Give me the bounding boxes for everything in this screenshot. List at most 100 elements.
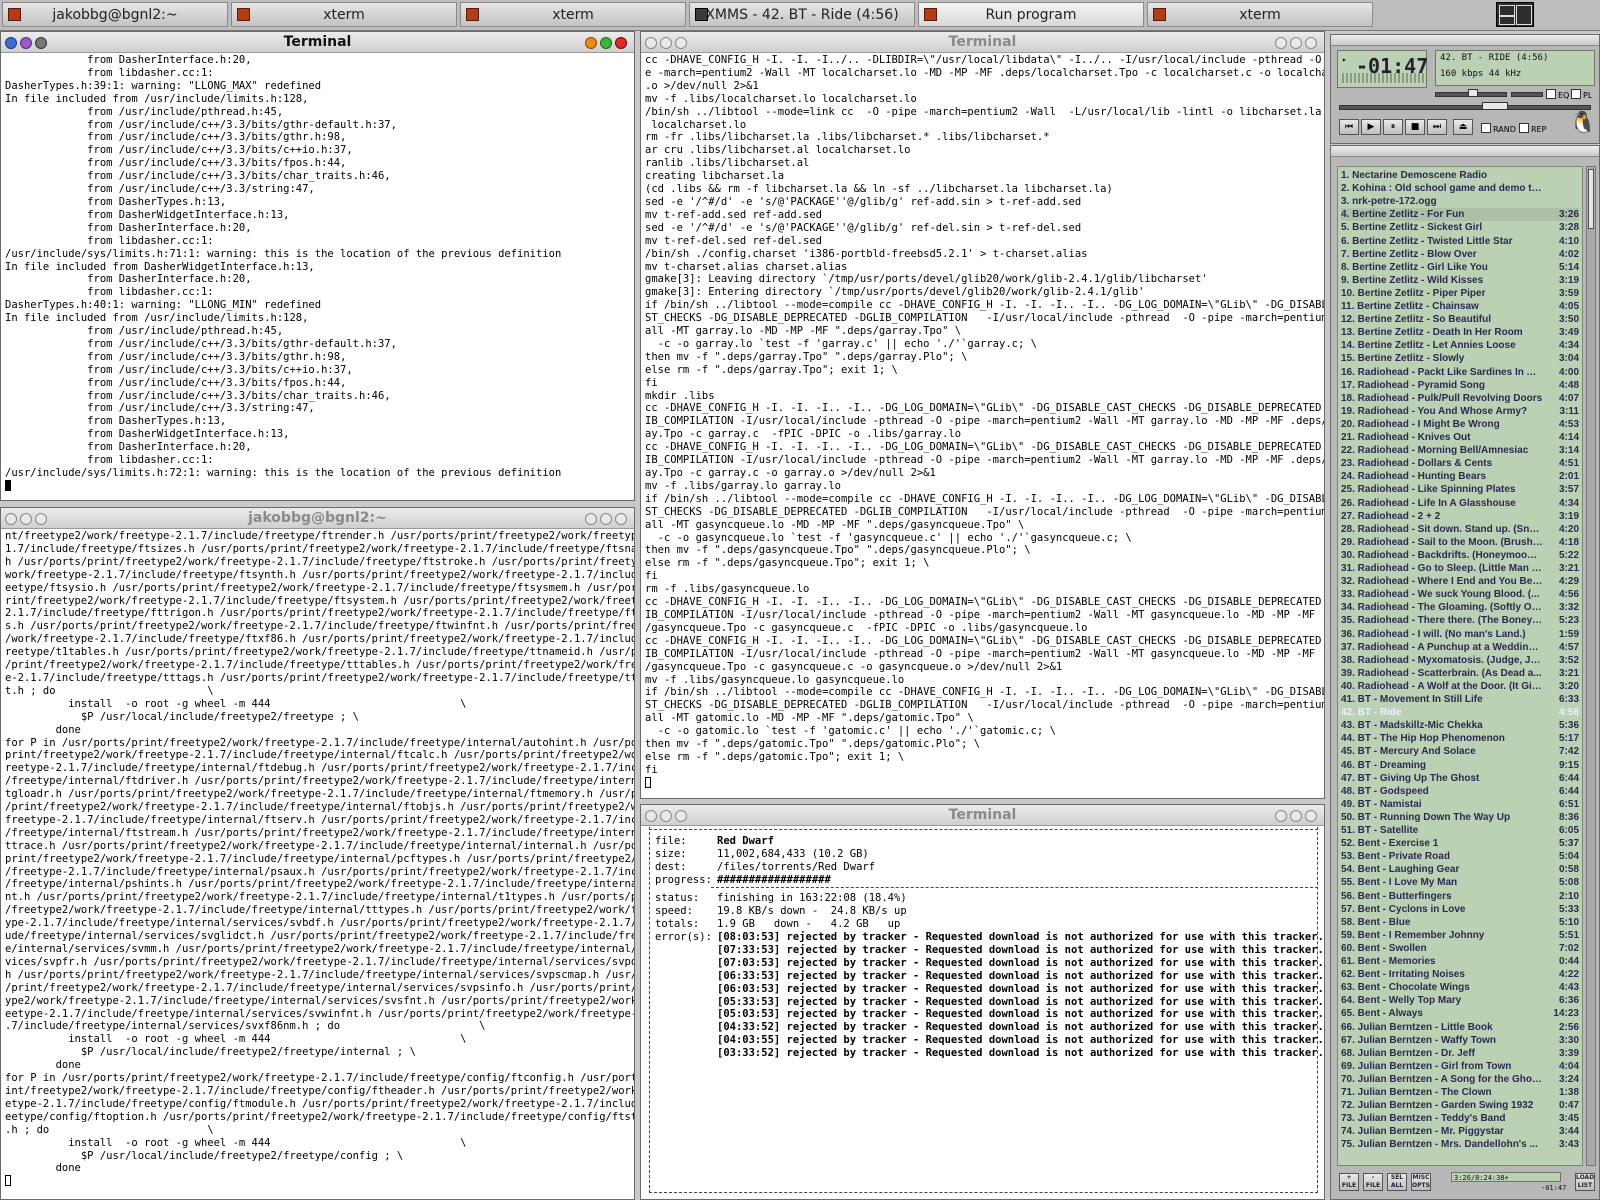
shade-icon[interactable] (20, 37, 32, 49)
playlist-item[interactable]: 67. Julian Berntzen - Waffy Town 3:30 (1341, 1034, 1579, 1047)
task-button-run-program[interactable]: Run program (918, 2, 1144, 27)
playlist-item[interactable]: 63. Bent - Chocolate Wings 4:43 (1341, 981, 1579, 994)
playlist-item[interactable]: 20. Radiohead - I Might Be Wrong 4:53 (1341, 418, 1579, 431)
task-button-xterm-1[interactable]: xterm (231, 2, 457, 27)
playlist-item[interactable]: 16. Radiohead - Packt Like Sardines In A… (1341, 366, 1579, 379)
terminal-output[interactable]: cc -DHAVE_CONFIG_H -I. -I. -I../.. -DLIB… (645, 54, 1324, 798)
playlist-item[interactable]: 13. Bertine Zetlitz - Death In Her Room 3… (1341, 326, 1579, 339)
playlist-item[interactable]: 66. Julian Berntzen - Little Book 2:56 (1341, 1021, 1579, 1034)
pl-toggle[interactable]: PL (1571, 89, 1592, 100)
workspace-pager[interactable] (1496, 2, 1534, 27)
playlist-item[interactable]: 9. Bertine Zetlitz - Wild Kisses 3:19 (1341, 274, 1579, 287)
playlist-item[interactable]: 43. BT - Madskillz-Mic Chekka 5:36 (1341, 719, 1579, 732)
shade-icon[interactable] (20, 513, 32, 525)
scrollbar-thumb[interactable] (1588, 169, 1594, 229)
playlist-item[interactable]: 27. Radiohead - 2 + 2 3:19 (1341, 510, 1579, 523)
playlist-item[interactable]: 57. Bent - Cyclons in Love 5:33 (1341, 903, 1579, 916)
playlist-item[interactable]: 75. Julian Berntzen - Mrs. Dandellohn's … (1341, 1138, 1579, 1151)
playlist-item[interactable]: 32. Radiohead - Where I End and You Beg.… (1341, 575, 1579, 588)
time-display[interactable]: ▸ -01:47 (1337, 50, 1428, 88)
pager-workspace[interactable] (1499, 16, 1515, 25)
playlist-item[interactable]: 36. Radiohead - I will. (No man's Land.)… (1341, 628, 1579, 641)
playlist-item[interactable]: 23. Radiohead - Dollars & Cents 4:51 (1341, 457, 1579, 470)
playlist-item[interactable]: 12. Bertine Zetlitz - So Beautiful 3:50 (1341, 313, 1579, 326)
playlist-item[interactable]: 28. Radiohead - Sit down. Stand up. (Sna… (1341, 523, 1579, 536)
previous-button[interactable]: ⏮ (1339, 119, 1359, 135)
playlist-item[interactable]: 3. nrk-petre-172.ogg (1341, 195, 1579, 208)
playlist-item[interactable]: 10. Bertine Zetlitz - Piper Piper 3:59 (1341, 287, 1579, 300)
pager-workspace[interactable] (1499, 5, 1515, 16)
close-icon[interactable] (1305, 37, 1317, 49)
seek-bar[interactable] (1339, 105, 1591, 110)
playlist-item[interactable]: 15. Bertine Zetlitz - Slowly 3:04 (1341, 352, 1579, 365)
window-titlebar[interactable]: Terminal (1, 32, 634, 53)
shuffle-toggle[interactable]: RAND (1481, 123, 1516, 134)
playlist-item[interactable]: 72. Julian Berntzen - Garden Swing 1932 0… (1341, 1099, 1579, 1112)
maximize-icon[interactable] (600, 513, 612, 525)
playlist-item[interactable]: 14. Bertine Zetlitz - Let Annies Loose 4:… (1341, 339, 1579, 352)
playlist-item[interactable]: 18. Radiohead - Pulk/Pull Revolving Door… (1341, 392, 1579, 405)
task-button-xmms[interactable]: XMMS - 42. BT - Ride (4:56) (689, 2, 915, 27)
volume-knob[interactable] (1468, 89, 1478, 97)
xmms-titlebar[interactable] (1331, 35, 1599, 46)
playlist-item[interactable]: 73. Julian Berntzen - Teddy's Band 3:45 (1341, 1112, 1579, 1125)
pause-button[interactable]: ⏸ (1383, 119, 1403, 135)
playlist-item[interactable]: 60. Bent - Swollen 7:02 (1341, 942, 1579, 955)
playlist-item[interactable]: 64. Bent - Welly Top Mary 6:36 (1341, 994, 1579, 1007)
playlist-titlebar[interactable] (1331, 146, 1599, 157)
playlist-item[interactable]: 58. Bent - Blue 5:10 (1341, 916, 1579, 929)
playlist-item[interactable]: 55. Bent - I Love My Man 5:08 (1341, 876, 1579, 889)
menu-icon[interactable] (5, 513, 17, 525)
playlist-item[interactable]: 42. BT - Ride 4:56 (1341, 706, 1579, 719)
window-titlebar[interactable]: Terminal (641, 805, 1324, 826)
playlist-list[interactable]: 1. Nectarine Demoscene Radio 2. Kohina : … (1337, 166, 1583, 1166)
playlist-item[interactable]: 45. BT - Mercury And Solace 7:42 (1341, 745, 1579, 758)
eject-button[interactable]: ⏏ (1453, 119, 1473, 135)
playlist-item[interactable]: 31. Radiohead - Go to Sleep. (Little Man… (1341, 562, 1579, 575)
shade-icon[interactable] (660, 810, 672, 822)
terminal-window-jakobbg[interactable]: jakobbg@bgnl2:~ nt/freetype2/work/freety… (0, 507, 635, 1200)
playlist-item[interactable]: 34. Radiohead - The Gloaming. (Softly Op… (1341, 601, 1579, 614)
playlist-item[interactable]: 41. BT - Movement In Still Life 6:33 (1341, 693, 1579, 706)
minimize-icon[interactable] (585, 37, 597, 49)
playlist-item[interactable]: 25. Radiohead - Like Spinning Plates 3:57 (1341, 483, 1579, 496)
minimize-icon[interactable] (1275, 810, 1287, 822)
playlist-item[interactable]: 17. Radiohead - Pyramid Song 4:48 (1341, 379, 1579, 392)
playlist-item[interactable]: 6. Bertine Zetlitz - Twisted Little Star… (1341, 235, 1579, 248)
terminal-window-dasher[interactable]: Terminal from DasherInterface.h:20, from… (0, 31, 635, 501)
task-button-xterm-2[interactable]: xterm (460, 2, 686, 27)
playlist-item[interactable]: 46. BT - Dreaming 9:15 (1341, 759, 1579, 772)
playlist-item[interactable]: 51. BT - Satellite 6:05 (1341, 824, 1579, 837)
playlist-item[interactable]: 70. Julian Berntzen - A Song for the Gho… (1341, 1073, 1579, 1086)
repeat-toggle[interactable]: REP (1519, 123, 1546, 134)
stop-button[interactable]: ■ (1405, 119, 1425, 135)
seek-knob[interactable] (1482, 102, 1509, 110)
playlist-item[interactable]: 74. Julian Berntzen - Mr. Piggystar 3:44 (1341, 1125, 1579, 1138)
stick-icon[interactable] (675, 810, 687, 822)
maximize-icon[interactable] (1290, 37, 1302, 49)
eq-toggle[interactable]: EQ (1546, 89, 1569, 100)
playlist-item[interactable]: 54. Bent - Laughing Gear 0:58 (1341, 863, 1579, 876)
playlist-item[interactable]: 65. Bent - Always 14:23 (1341, 1007, 1579, 1020)
playlist-item[interactable]: 40. Radiohead - A Wolf at the Door. (It … (1341, 680, 1579, 693)
playlist-item[interactable]: 49. BT - Namistai 6:51 (1341, 798, 1579, 811)
playlist-item[interactable]: 22. Radiohead - Morning Bell/Amnesiac 3:1… (1341, 444, 1579, 457)
playlist-item[interactable]: 47. BT - Giving Up The Ghost 6:44 (1341, 772, 1579, 785)
playlist-item[interactable]: 48. BT - Godspeed 6:44 (1341, 785, 1579, 798)
pager-workspace[interactable] (1516, 5, 1532, 25)
maximize-icon[interactable] (1290, 810, 1302, 822)
remove-file-button[interactable]: - FILE (1363, 1173, 1383, 1191)
playlist-scrollbar[interactable] (1586, 166, 1596, 1166)
add-file-button[interactable]: + FILE (1339, 1173, 1359, 1191)
playlist-item[interactable]: 11. Bertine Zetlitz - Chainsaw 4:05 (1341, 300, 1579, 313)
task-button-jakobbg[interactable]: jakobbg@bgnl2:~ (2, 2, 228, 27)
xmms-player[interactable]: ▸ -01:47 42. BT - RIDE (4:56) 160 kbps 4… (1330, 34, 1600, 144)
playlist-item[interactable]: 56. Bent - Butterfingers 2:10 (1341, 890, 1579, 903)
stick-icon[interactable] (35, 37, 47, 49)
playlist-item[interactable]: 35. Radiohead - There there. (The Boney … (1341, 614, 1579, 627)
shade-icon[interactable] (660, 37, 672, 49)
misc-options-button[interactable]: MISC OPTS (1411, 1173, 1431, 1191)
close-icon[interactable] (615, 37, 627, 49)
playlist-item[interactable]: 2. Kohina : Old school game and demo tun… (1341, 182, 1579, 195)
terminal-window-build[interactable]: Terminal cc -DHAVE_CONFIG_H -I. -I. -I..… (640, 31, 1325, 799)
